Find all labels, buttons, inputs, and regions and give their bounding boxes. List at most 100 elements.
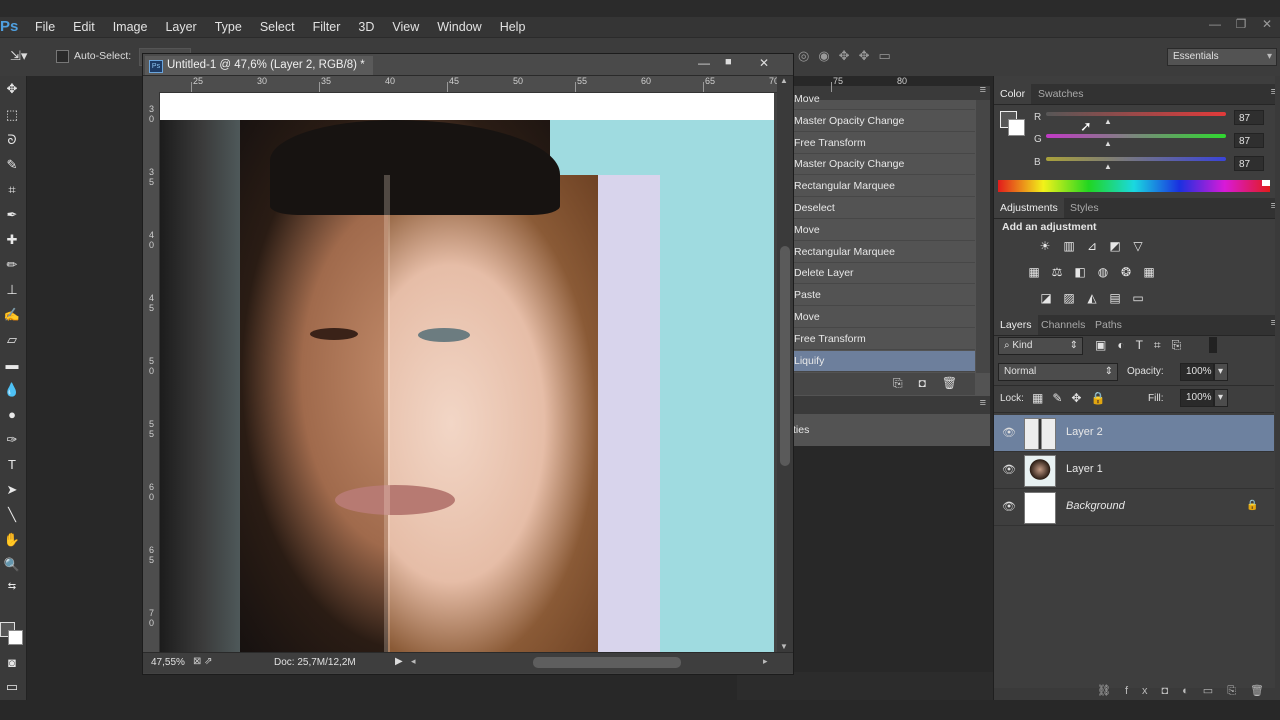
background-color-chip[interactable] bbox=[1008, 119, 1025, 136]
clone-stamp-tool-icon[interactable]: ⊥ bbox=[0, 279, 24, 301]
visibility-eye-icon[interactable]: 👁 bbox=[1002, 463, 1016, 477]
hand-tool-icon[interactable]: ✋ bbox=[0, 529, 24, 551]
menu-view[interactable]: View bbox=[383, 20, 428, 35]
blur-tool-icon[interactable]: 💧 bbox=[0, 379, 24, 401]
channel-g-slider[interactable] bbox=[1046, 134, 1226, 138]
history-scrollbar[interactable] bbox=[976, 100, 990, 373]
horizontal-scroll-thumb[interactable] bbox=[533, 657, 681, 668]
tab-channels[interactable]: Channels bbox=[1035, 315, 1091, 335]
quick-select-tool-icon[interactable]: ✎ bbox=[0, 154, 24, 176]
channel-g-value[interactable]: 87 bbox=[1234, 133, 1264, 148]
history-actions-icons[interactable]: ⎘◘🗑 bbox=[893, 376, 973, 391]
fill-input[interactable]: 100% bbox=[1180, 389, 1214, 407]
menu-image[interactable]: Image bbox=[104, 20, 157, 35]
curves-icon[interactable]: ⊿ bbox=[1084, 238, 1100, 254]
layer-actions-icons[interactable]: ⛓fx◘◐▭⎘🗑 bbox=[1097, 684, 1278, 698]
history-item[interactable]: Move bbox=[793, 307, 975, 328]
vertical-scroll-thumb[interactable] bbox=[780, 246, 790, 466]
menu-file[interactable]: File bbox=[26, 20, 64, 35]
close-button[interactable]: ✕ bbox=[1254, 17, 1280, 31]
image-canvas[interactable] bbox=[160, 93, 774, 653]
white-chip[interactable] bbox=[1262, 180, 1270, 186]
gradient-map-icon[interactable]: ▭ bbox=[1130, 290, 1146, 306]
layer-row[interactable]: 👁 Background 🔒 bbox=[994, 489, 1274, 526]
ruler-origin[interactable] bbox=[143, 76, 159, 92]
channel-b-slider[interactable] bbox=[1046, 157, 1226, 161]
history-item[interactable]: Deselect bbox=[793, 198, 975, 219]
opacity-dropdown[interactable]: ▾ bbox=[1214, 363, 1228, 381]
document-tab[interactable]: Ps Untitled-1 @ 47,6% (Layer 2, RGB/8) * bbox=[145, 56, 373, 75]
minimize-button[interactable]: — bbox=[1202, 17, 1228, 31]
history-item[interactable]: Free Transform bbox=[793, 329, 975, 350]
tab-layers[interactable]: Layers bbox=[994, 315, 1038, 335]
blend-mode-select[interactable]: Normal ⇕ bbox=[998, 363, 1118, 381]
channel-b-value[interactable]: 87 bbox=[1234, 156, 1264, 171]
menu-select[interactable]: Select bbox=[251, 20, 304, 35]
eraser-tool-icon[interactable]: ▱ bbox=[0, 329, 24, 351]
filter-toggle[interactable] bbox=[1209, 337, 1217, 353]
status-menu-arrow-icon[interactable]: ▶ bbox=[395, 656, 403, 667]
quick-mask-icon[interactable]: ◙ bbox=[0, 652, 24, 674]
menu-layer[interactable]: Layer bbox=[156, 20, 205, 35]
posterize-icon[interactable]: ▨ bbox=[1061, 290, 1077, 306]
history-item[interactable]: Master Opacity Change bbox=[793, 154, 975, 176]
scroll-up-icon[interactable]: ▲ bbox=[780, 76, 788, 85]
exposure-icon[interactable]: ◩ bbox=[1107, 238, 1123, 254]
move-tool-icon[interactable]: ⇲▾ bbox=[10, 48, 27, 64]
scroll-right-icon[interactable]: ▸ bbox=[763, 656, 768, 667]
menu-3d[interactable]: 3D bbox=[349, 20, 383, 35]
history-item[interactable]: Free Transform bbox=[793, 133, 975, 154]
type-tool-icon[interactable]: T bbox=[0, 454, 24, 476]
lasso-tool-icon[interactable]: ᘐ bbox=[0, 129, 24, 151]
menu-edit[interactable]: Edit bbox=[64, 20, 104, 35]
history-item[interactable]: Liquify bbox=[793, 350, 975, 372]
vertical-scrollbar[interactable]: ▲ ▼ bbox=[777, 76, 793, 652]
move-tool-icon[interactable]: ✥ bbox=[0, 78, 24, 100]
r-slider-handle[interactable]: ▲ bbox=[1104, 117, 1112, 126]
black-white-icon[interactable]: ◧ bbox=[1072, 264, 1088, 280]
auto-select-checkbox[interactable] bbox=[56, 50, 69, 63]
restore-button[interactable]: ❐ bbox=[1228, 17, 1254, 31]
zoom-level[interactable]: 47,55% bbox=[151, 657, 185, 668]
history-item[interactable]: Paste bbox=[793, 285, 975, 307]
panel-menu-icon[interactable]: ≡ bbox=[980, 84, 986, 96]
layer-filter-icons[interactable]: ▣◐T⌗⎘ bbox=[1095, 338, 1192, 353]
fill-dropdown[interactable]: ▾ bbox=[1214, 389, 1228, 407]
workspace-switcher[interactable]: Essentials ▾ bbox=[1167, 48, 1277, 66]
tab-swatches[interactable]: Swatches bbox=[1032, 84, 1090, 104]
path-selection-tool-icon[interactable]: ➤ bbox=[0, 479, 24, 501]
menu-window[interactable]: Window bbox=[428, 20, 490, 35]
tab-paths[interactable]: Paths bbox=[1089, 315, 1128, 335]
status-icons[interactable]: ⊠ ⇗ bbox=[193, 656, 213, 667]
marquee-tool-icon[interactable]: ⬚ bbox=[0, 104, 24, 126]
tab-adjustments[interactable]: Adjustments bbox=[994, 198, 1064, 218]
b-slider-handle[interactable]: ▲ bbox=[1104, 162, 1112, 171]
color-lookup-icon[interactable]: ▦ bbox=[1141, 264, 1157, 280]
opacity-input[interactable]: 100% bbox=[1180, 363, 1214, 381]
channel-mixer-icon[interactable]: ❂ bbox=[1118, 264, 1134, 280]
line-tool-icon[interactable]: ╲ bbox=[0, 504, 24, 526]
history-brush-tool-icon[interactable]: ✍ bbox=[0, 304, 24, 326]
layer-row[interactable]: 👁 Layer 2 bbox=[994, 415, 1274, 452]
swap-colors-icon[interactable]: ⇆ bbox=[0, 576, 24, 598]
menu-filter[interactable]: Filter bbox=[304, 20, 350, 35]
healing-brush-tool-icon[interactable]: ✚ bbox=[0, 229, 24, 251]
history-item[interactable]: Move bbox=[793, 89, 975, 110]
layer-row[interactable]: 👁 Layer 1 bbox=[994, 452, 1274, 489]
zoom-tool-icon[interactable]: 🔍 bbox=[0, 554, 24, 576]
scroll-left-icon[interactable]: ◂ bbox=[411, 656, 416, 667]
background-color-swatch[interactable] bbox=[8, 630, 23, 645]
doc-maximize-button[interactable]: ■ bbox=[725, 56, 732, 68]
photo-filter-icon[interactable]: ◍ bbox=[1095, 264, 1111, 280]
g-slider-handle[interactable]: ▲ bbox=[1104, 139, 1112, 148]
channel-r-value[interactable]: 87 bbox=[1234, 110, 1264, 125]
doc-close-button[interactable]: ✕ bbox=[759, 56, 769, 70]
selective-color-icon[interactable]: ▤ bbox=[1107, 290, 1123, 306]
history-item[interactable]: Move bbox=[793, 220, 975, 241]
color-balance-icon[interactable]: ⚖ bbox=[1049, 264, 1065, 280]
pen-tool-icon[interactable]: ✑ bbox=[0, 429, 24, 451]
eyedropper-tool-icon[interactable]: ✒ bbox=[0, 204, 24, 226]
tab-styles[interactable]: Styles bbox=[1064, 198, 1105, 218]
visibility-eye-icon[interactable]: 👁 bbox=[1002, 426, 1016, 440]
lock-icons[interactable]: ▦✎✥🔒 bbox=[1032, 391, 1114, 405]
